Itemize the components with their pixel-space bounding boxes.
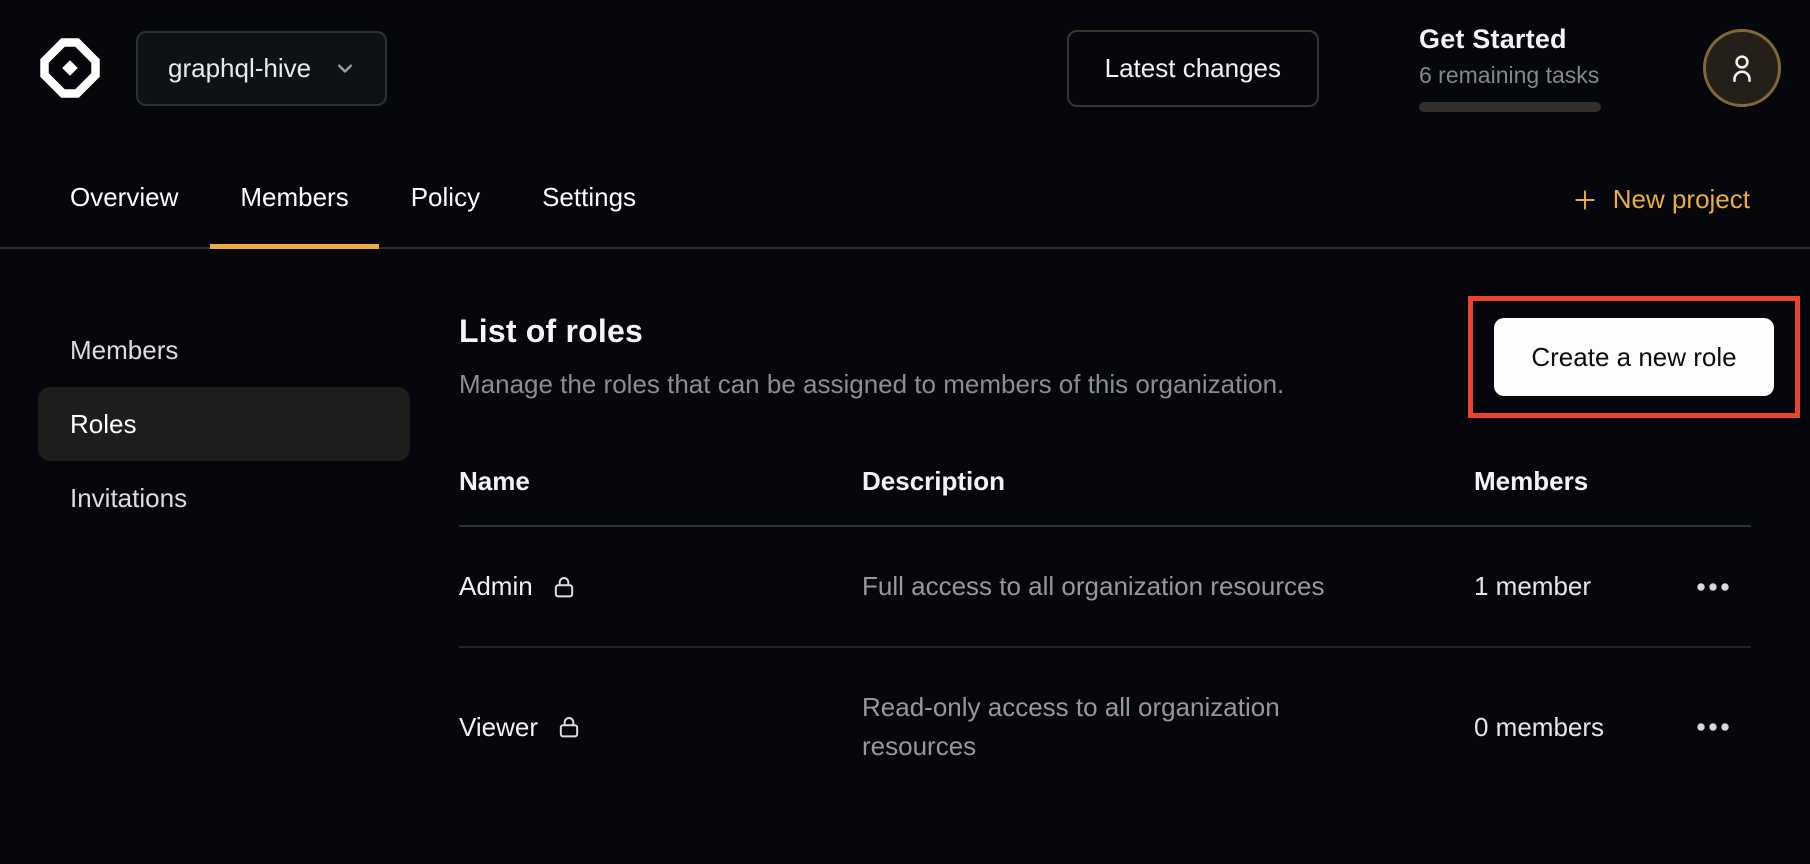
hive-logo-icon[interactable] — [38, 36, 102, 100]
lock-icon — [555, 713, 583, 741]
roles-header: List of roles Manage the roles that can … — [459, 313, 1751, 418]
person-icon — [1724, 50, 1760, 86]
roles-table: Name Description Members Admin — [459, 454, 1751, 806]
sidebar-item-members[interactable]: Members — [38, 313, 410, 387]
user-avatar-button[interactable] — [1703, 29, 1781, 107]
page-title: List of roles — [459, 313, 1284, 350]
ellipsis-icon — [1695, 580, 1731, 595]
new-project-button[interactable]: New project — [1572, 184, 1750, 247]
plus-icon — [1572, 187, 1598, 213]
role-members-cell: 0 members — [1474, 712, 1691, 743]
column-header-name: Name — [459, 466, 862, 497]
latest-changes-button[interactable]: Latest changes — [1067, 30, 1319, 107]
org-tabs-bar: Overview Members Policy Settings New pro… — [0, 148, 1810, 249]
create-role-button[interactable]: Create a new role — [1494, 318, 1774, 396]
org-tabs: Overview Members Policy Settings — [40, 148, 666, 247]
get-started-progress — [1419, 102, 1601, 112]
header-right: Latest changes Get Started 6 remaining t… — [1067, 24, 1781, 112]
role-members-cell: 1 member — [1474, 571, 1691, 602]
tab-policy[interactable]: Policy — [381, 148, 510, 247]
new-project-label: New project — [1613, 184, 1750, 215]
role-description-cell: Full access to all organization resource… — [862, 567, 1474, 606]
row-actions-button[interactable] — [1687, 714, 1739, 740]
roles-panel: List of roles Manage the roles that can … — [459, 313, 1751, 806]
highlight-annotation: Create a new role — [1468, 296, 1800, 418]
row-actions-button[interactable] — [1687, 574, 1739, 600]
tab-settings[interactable]: Settings — [512, 148, 666, 247]
top-header: graphql-hive Latest changes Get Started … — [0, 0, 1810, 112]
role-name-cell: Admin — [459, 571, 862, 602]
roles-header-text: List of roles Manage the roles that can … — [459, 313, 1284, 400]
table-row-admin: Admin Full access to all organization re… — [459, 527, 1751, 648]
header-left: graphql-hive — [38, 31, 387, 106]
role-name: Viewer — [459, 712, 538, 743]
get-started-title: Get Started — [1419, 24, 1603, 55]
column-header-members: Members — [1474, 466, 1691, 497]
org-selector[interactable]: graphql-hive — [136, 31, 387, 106]
roles-table-header: Name Description Members — [459, 454, 1751, 527]
table-row-viewer: Viewer Read-only access to all organizat… — [459, 648, 1751, 806]
sidebar-item-roles[interactable]: Roles — [38, 387, 410, 461]
chevron-down-icon — [331, 54, 359, 82]
sidebar-item-invitations[interactable]: Invitations — [38, 461, 410, 535]
page-content: Members Roles Invitations List of roles … — [0, 249, 1810, 806]
org-selector-label: graphql-hive — [168, 53, 311, 84]
get-started-subtitle: 6 remaining tasks — [1419, 62, 1603, 89]
role-description-cell: Read-only access to all organization res… — [862, 688, 1474, 766]
column-header-description: Description — [862, 466, 1474, 497]
members-sidebar: Members Roles Invitations — [38, 313, 410, 535]
get-started-widget[interactable]: Get Started 6 remaining tasks — [1419, 24, 1603, 112]
lock-icon — [550, 573, 578, 601]
ellipsis-icon — [1695, 720, 1731, 735]
role-name: Admin — [459, 571, 533, 602]
tab-overview[interactable]: Overview — [40, 148, 208, 247]
page-subtitle: Manage the roles that can be assigned to… — [459, 369, 1284, 400]
tab-members[interactable]: Members — [210, 148, 378, 247]
role-name-cell: Viewer — [459, 712, 862, 743]
